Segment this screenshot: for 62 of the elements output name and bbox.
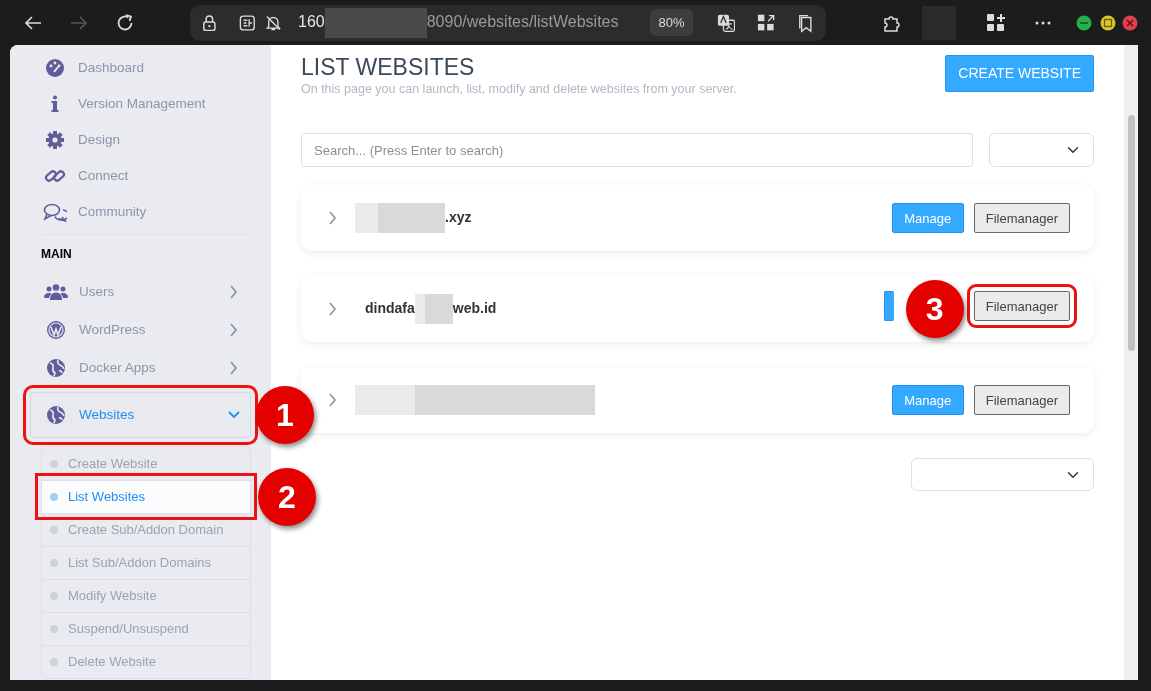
bookmarks-icon: [797, 12, 815, 33]
callout-number: 3: [905, 280, 964, 339]
close-icon: [1122, 14, 1138, 31]
bullet-icon: [50, 625, 58, 633]
create-website-button[interactable]: CREATE WEBSITE: [945, 55, 1094, 92]
more-dots-icon: [1034, 19, 1052, 26]
sidebar-item[interactable]: Users: [30, 273, 251, 311]
redaction-block: [414, 294, 453, 325]
manage-button[interactable]: [883, 291, 894, 322]
globe-icon: [46, 405, 66, 425]
sidebar-item[interactable]: Docker Apps: [30, 349, 251, 387]
sidebar-item[interactable]: Community: [10, 194, 271, 230]
translate-icon: [716, 12, 735, 33]
website-name[interactable]: dindafa web.id: [355, 294, 884, 325]
forward-arrow-icon: [70, 14, 88, 31]
bullet-icon: [50, 658, 58, 666]
address-text[interactable]: 160 8090/websites/listWebsites: [298, 7, 619, 38]
manage-button[interactable]: Manage: [891, 385, 964, 416]
filemanager-button[interactable]: Filemanager: [973, 203, 1070, 234]
filter-dropdown[interactable]: [989, 133, 1094, 168]
callout-number: 1: [256, 386, 314, 444]
submenu-item[interactable]: Create Sub/Addon Domain: [42, 513, 250, 546]
gauge-icon: [45, 58, 65, 78]
reload-icon: [115, 12, 135, 33]
sidebar-item[interactable]: Design: [10, 122, 271, 158]
page-size-dropdown[interactable]: [911, 458, 1094, 492]
submenu-item[interactable]: Modify Website: [42, 579, 250, 612]
sidebar-item[interactable]: Connect: [10, 158, 271, 194]
globe-icon: [46, 358, 66, 378]
minimize-dot-icon: [1076, 14, 1092, 31]
manage-button[interactable]: Manage: [891, 203, 964, 234]
bullet-icon: [50, 559, 58, 567]
search-field[interactable]: Search... (Press Enter to search): [301, 133, 974, 168]
circle-logo-icon: [46, 320, 66, 340]
reader-icon: [238, 13, 256, 32]
gear-icon: [45, 130, 65, 150]
add-apps-icon: [986, 12, 1006, 33]
bullet-icon: [50, 592, 58, 600]
submenu-item[interactable]: Delete Website: [42, 645, 250, 678]
chat-bubbles-icon: [43, 202, 67, 222]
zoom-badge[interactable]: 80%: [650, 8, 693, 37]
sidebar-item[interactable]: WordPress: [30, 311, 251, 349]
lock-icon: [202, 13, 217, 32]
bullet-icon: [50, 493, 58, 501]
maximize-dot-icon: [1100, 14, 1116, 31]
sidebar-item[interactable]: Dashboard: [10, 50, 271, 86]
website-name[interactable]: .xyz: [355, 203, 892, 234]
submenu-item[interactable]: List Sub/Addon Domains: [42, 546, 250, 579]
page-subtitle: On this page you can launch, list, modify and delete websites from your server.: [301, 81, 737, 99]
submenu-item[interactable]: Suspend/Unsuspend: [42, 612, 250, 645]
sidebar-item[interactable]: Version Management: [10, 86, 271, 122]
scrollbar-thumb[interactable]: [1127, 115, 1135, 351]
bullet-icon: [50, 526, 58, 534]
page-title: LIST WEBSITES: [301, 55, 476, 81]
grid-apps-icon: [756, 12, 776, 33]
bullet-icon: [50, 459, 58, 468]
muted-bell-icon: [265, 13, 282, 32]
back-arrow-icon: [24, 14, 42, 31]
filemanager-button[interactable]: Filemanager: [973, 385, 1070, 416]
section-heading: MAIN: [41, 234, 251, 273]
callout-number: 2: [258, 468, 316, 526]
users-icon: [44, 283, 68, 301]
